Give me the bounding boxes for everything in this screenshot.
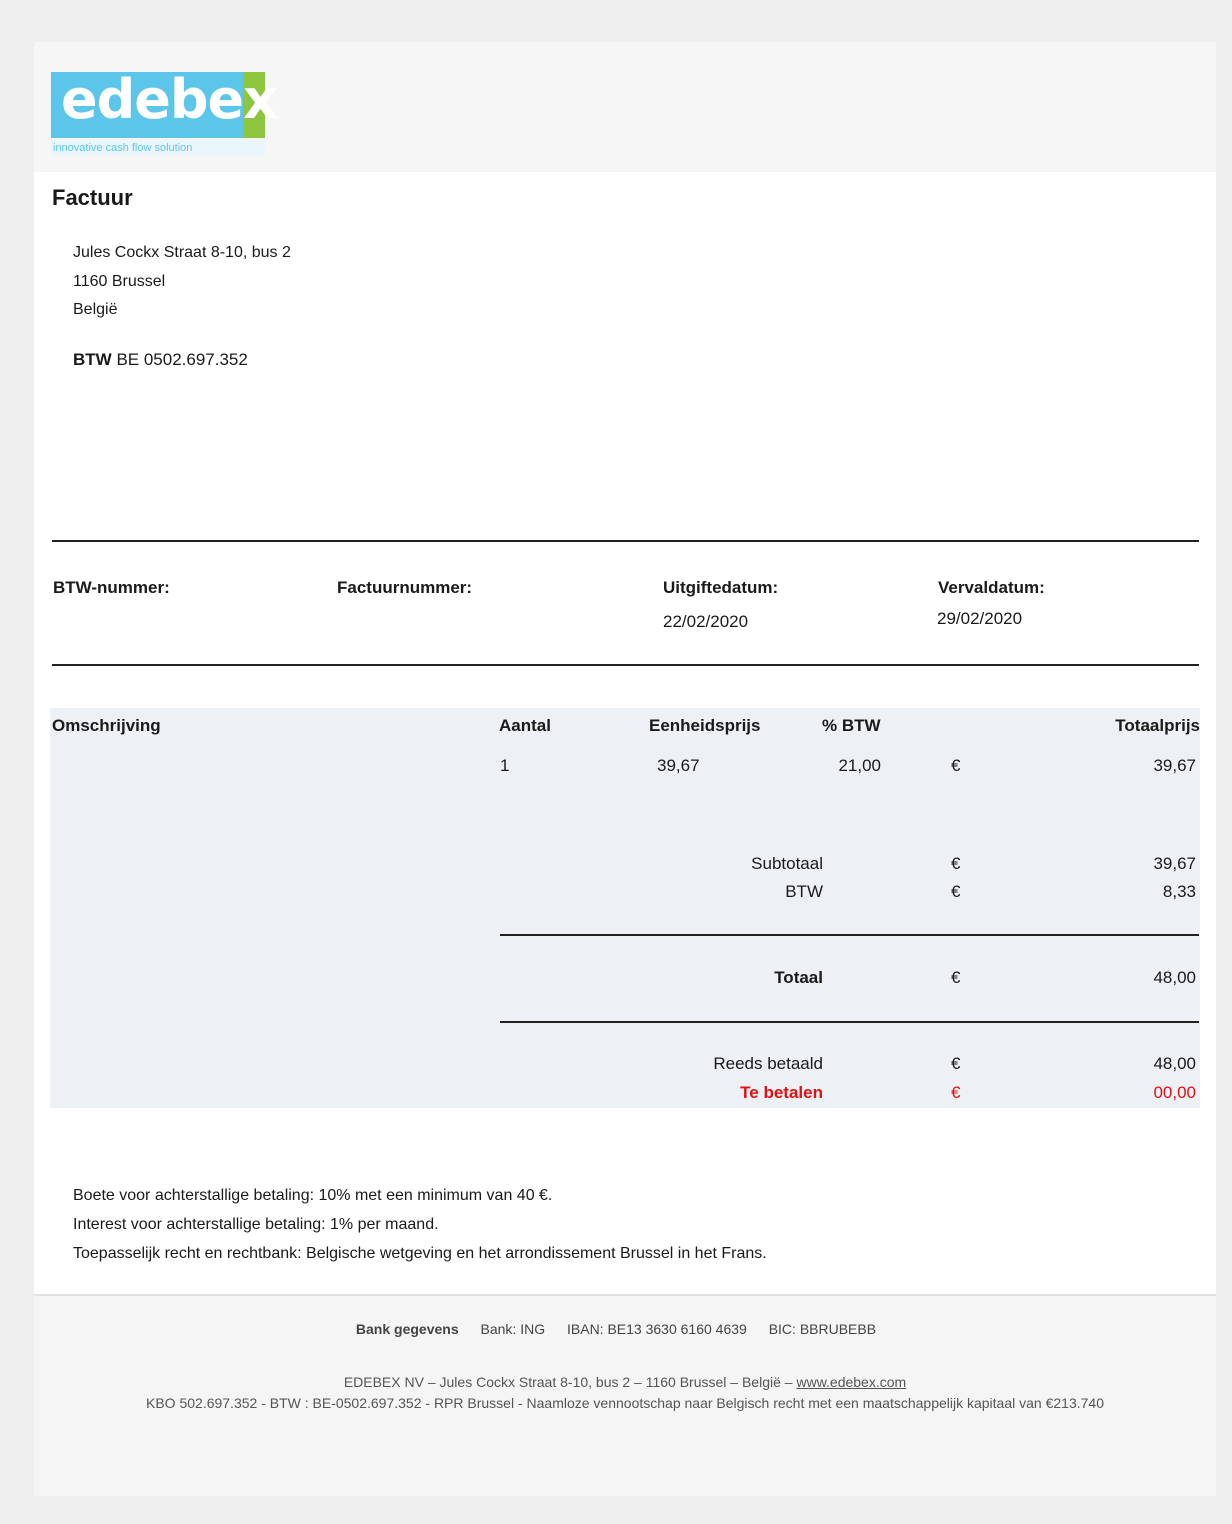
payment-terms: Boete voor achterstallige betaling: 10% …	[73, 1181, 767, 1268]
bank-bic: BIC: BBRUBEBB	[768, 1321, 877, 1337]
logo-word: edebex	[61, 68, 278, 131]
col-header-unit-price: Eenheidsprijs	[649, 716, 761, 735]
bank-iban: IBAN: BE13 3630 6160 4639	[567, 1321, 747, 1337]
vat-line: BTW BE 0502.697.352	[73, 350, 248, 370]
address-line-1: Jules Cockx Straat 8-10, bus 2	[73, 244, 291, 261]
website-link[interactable]: www.edebex.com	[796, 1374, 906, 1390]
terms-line-3: Toepasselijk recht en rechtbank: Belgisc…	[73, 1245, 767, 1262]
row-quantity: 1	[500, 756, 510, 775]
company-line: EDEBEX NV – Jules Cockx Straat 8-10, bus…	[74, 1372, 1176, 1393]
subtotal-currency: €	[951, 854, 961, 873]
bank-label: Bank gegevens	[355, 1321, 459, 1337]
bank-details: Bank gegevens Bank: ING IBAN: BE13 3630 …	[34, 1321, 1216, 1337]
page-title: Factuur	[52, 185, 133, 210]
total-currency: €	[951, 968, 961, 987]
invoice-number-label: Factuurnummer:	[337, 578, 473, 597]
due-label: Te betalen	[740, 1083, 823, 1102]
vat-total-label: BTW	[785, 882, 823, 901]
paid-label: Reeds betaald	[713, 1054, 823, 1073]
edebex-logo: edebex innovative cash flow solution	[51, 68, 278, 156]
row-unit-price: 39,67	[657, 756, 700, 775]
invoice-page: edebex innovative cash flow solution Fac…	[34, 42, 1216, 1496]
vat-total-currency: €	[951, 882, 961, 901]
due-date-value: 29/02/2020	[937, 609, 1023, 628]
due-currency: €	[951, 1083, 961, 1102]
company-address-line: EDEBEX NV – Jules Cockx Straat 8-10, bus…	[343, 1374, 793, 1390]
logo-tagline: innovative cash flow solution	[51, 140, 265, 156]
vat-label: BTW	[73, 350, 112, 369]
due-date-label: Vervaldatum:	[938, 578, 1045, 597]
bank-name: Bank: ING	[480, 1321, 546, 1337]
col-header-total: Totaalprijs	[1115, 716, 1200, 735]
col-header-vat-pct: % BTW	[822, 716, 881, 735]
divider-top	[52, 540, 1199, 542]
address-line-3: België	[73, 301, 118, 318]
vat-number-label: BTW-nummer:	[53, 578, 170, 597]
address-line-2: 1160 Brussel	[73, 272, 166, 290]
company-address: Jules Cockx Straat 8-10, bus 2 1160 Brus…	[73, 239, 291, 325]
issue-date-label: Uitgiftedatum:	[663, 578, 779, 597]
divider-meta	[52, 664, 1199, 666]
issue-date-value: 22/02/2020	[663, 612, 749, 631]
subtotal-label: Subtotaal	[751, 854, 823, 873]
col-header-description: Omschrijving	[52, 716, 161, 735]
divider-subtotal	[500, 934, 1199, 936]
vat-value: BE 0502.697.352	[116, 350, 248, 369]
due-value: 00,00	[1153, 1083, 1196, 1102]
terms-line-2: Interest voor achterstallige betaling: 1…	[73, 1216, 439, 1233]
row-currency: €	[951, 756, 961, 775]
legal-line: KBO 502.697.352 - BTW : BE-0502.697.352 …	[146, 1395, 1104, 1411]
total-label: Totaal	[774, 968, 823, 987]
row-vat-pct: 21,00	[838, 756, 881, 775]
vat-total-value: 8,33	[1162, 882, 1196, 901]
row-total: 39,67	[1153, 756, 1196, 775]
subtotal-value: 39,67	[1153, 854, 1196, 873]
paid-currency: €	[951, 1054, 961, 1073]
terms-line-1: Boete voor achterstallige betaling: 10% …	[73, 1187, 553, 1204]
col-header-quantity: Aantal	[499, 716, 551, 735]
company-info: EDEBEX NV – Jules Cockx Straat 8-10, bus…	[74, 1372, 1176, 1414]
paid-value: 48,00	[1153, 1054, 1196, 1073]
line-items-table	[50, 708, 1200, 1108]
divider-total	[500, 1021, 1199, 1023]
logo-box: edebex	[51, 68, 278, 138]
total-value: 48,00	[1153, 968, 1196, 987]
